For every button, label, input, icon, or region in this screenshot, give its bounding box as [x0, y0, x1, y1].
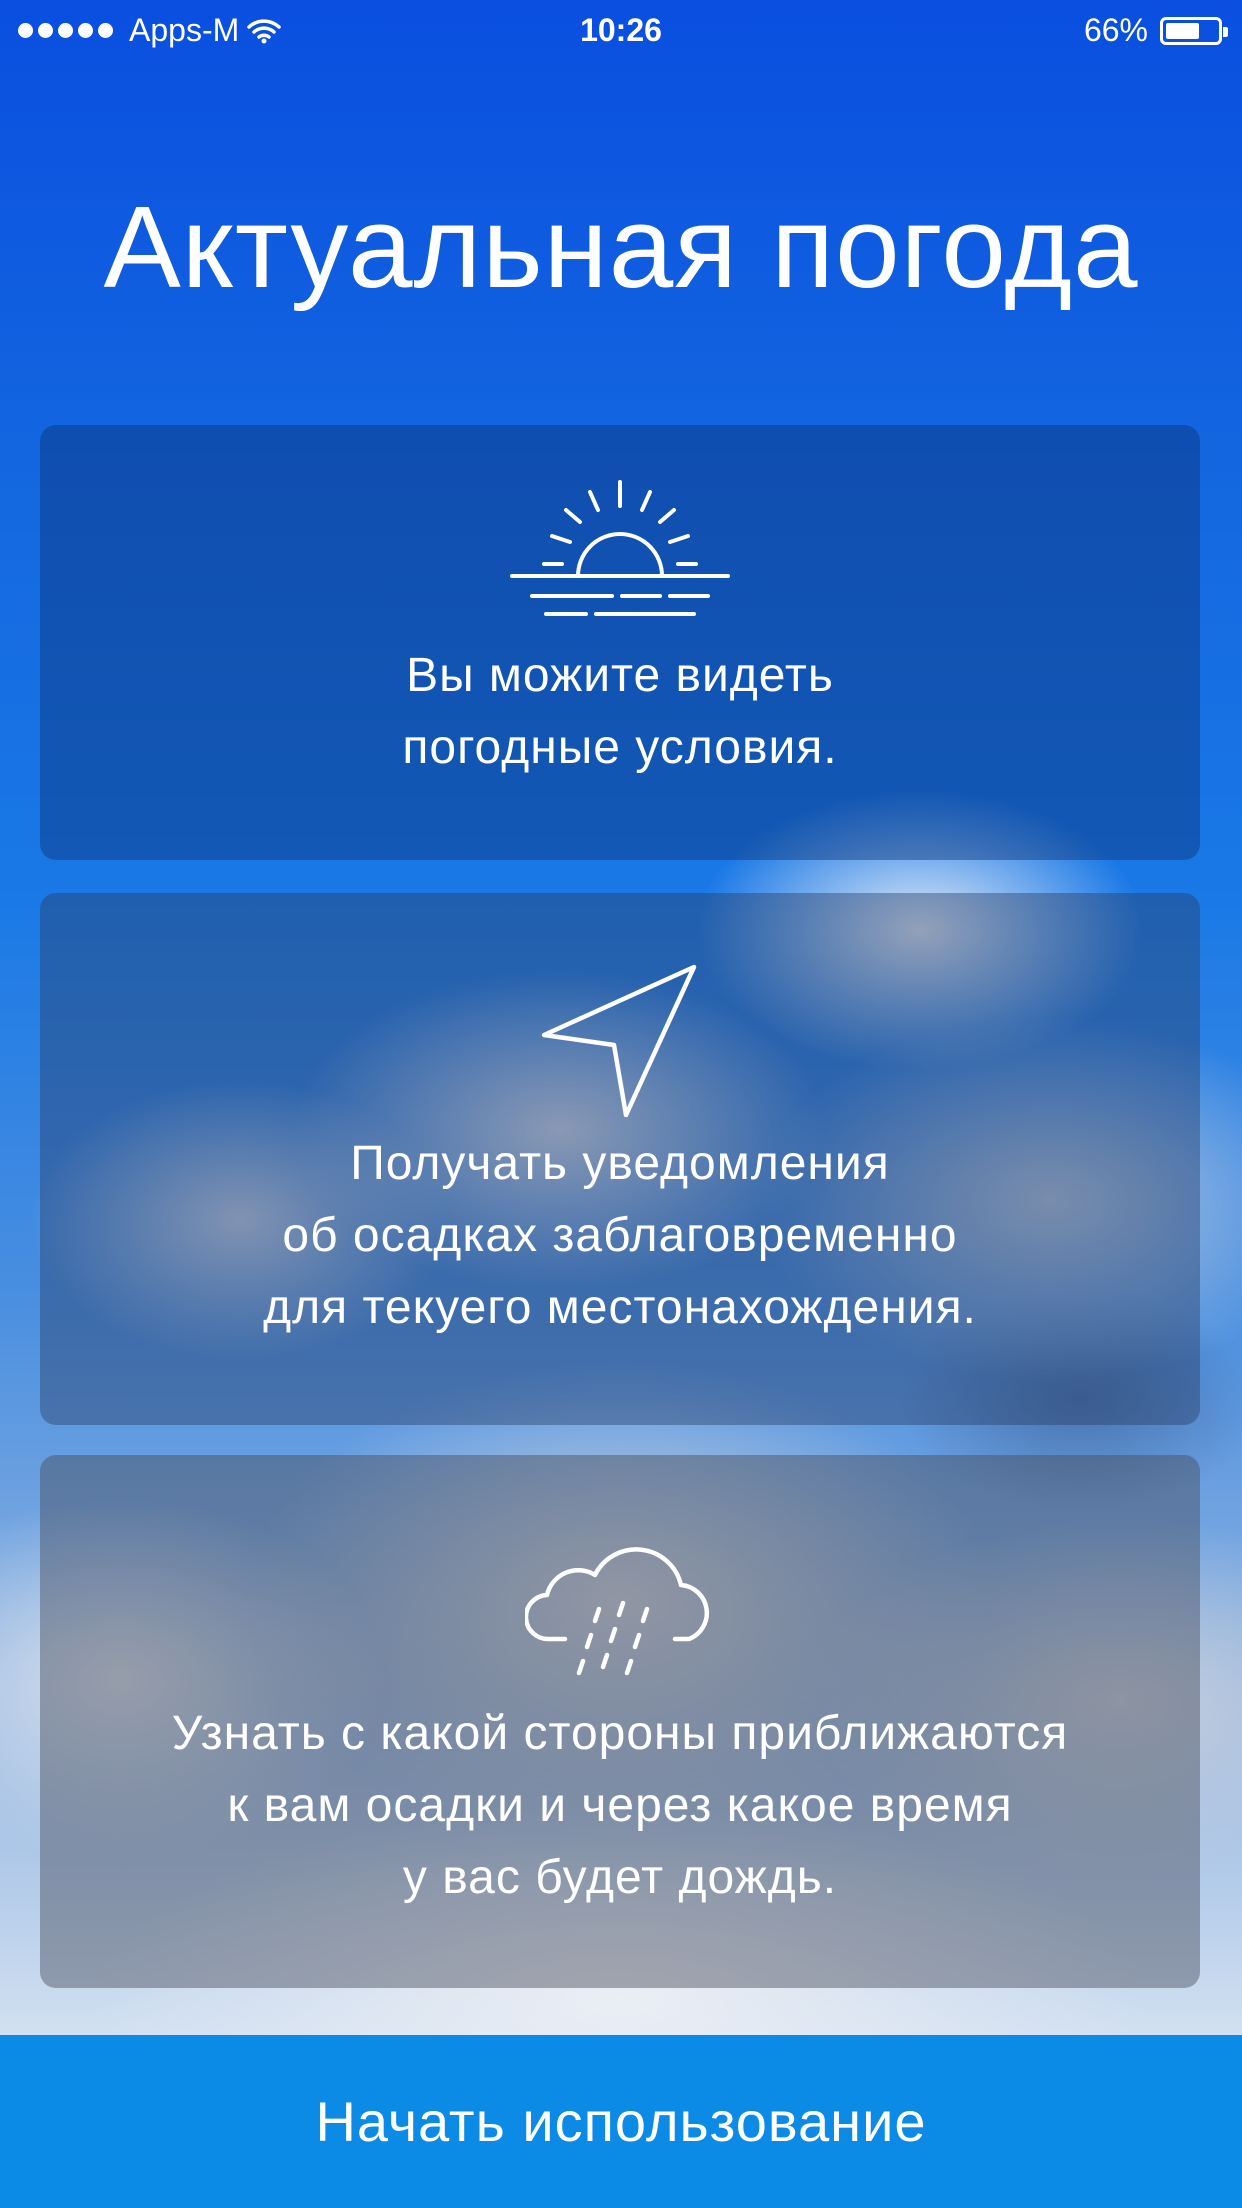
card-line: об осадках заблаговременно: [282, 1209, 958, 1262]
feature-card-weather: Вы можите видеть погодные условия.: [40, 425, 1200, 860]
card-text: Получать уведомления об осадках заблагов…: [40, 1128, 1200, 1344]
sunrise-icon: [510, 480, 730, 616]
card-line: Получать уведомления: [350, 1137, 890, 1190]
card-text: Узнать с какой стороны приближаются к ва…: [40, 1698, 1200, 1914]
battery-percent: 66%: [1083, 12, 1148, 48]
card-line: для текуего местонахождения.: [263, 1281, 977, 1334]
rain-cloud-icon: [525, 1547, 710, 1676]
page-title: Актуальная погода: [103, 182, 1139, 312]
start-button[interactable]: Начать использование: [0, 2035, 1242, 2208]
card-line: к вам осадки и через какое время: [227, 1779, 1013, 1832]
status-right: 66%: [1083, 12, 1228, 49]
feature-card-rain: Узнать с какой стороны приближаются к ва…: [40, 1455, 1200, 1988]
card-line: у вас будет дождь.: [402, 1851, 838, 1904]
status-bar: Apps-M 10:26 66%: [0, 0, 1242, 64]
location-arrow-icon: [541, 964, 697, 1118]
card-line: Вы можите видеть: [406, 649, 834, 702]
card-line: Узнать с какой стороны приближаются: [171, 1707, 1069, 1760]
feature-card-notifications: Получать уведомления об осадках заблагов…: [40, 893, 1200, 1425]
battery-icon: [1160, 16, 1228, 45]
card-text: Вы можите видеть погодные условия.: [40, 640, 1200, 784]
battery-level: [1166, 22, 1199, 39]
status-time: 10:26: [580, 12, 662, 48]
card-line: погодные условия.: [402, 721, 838, 774]
